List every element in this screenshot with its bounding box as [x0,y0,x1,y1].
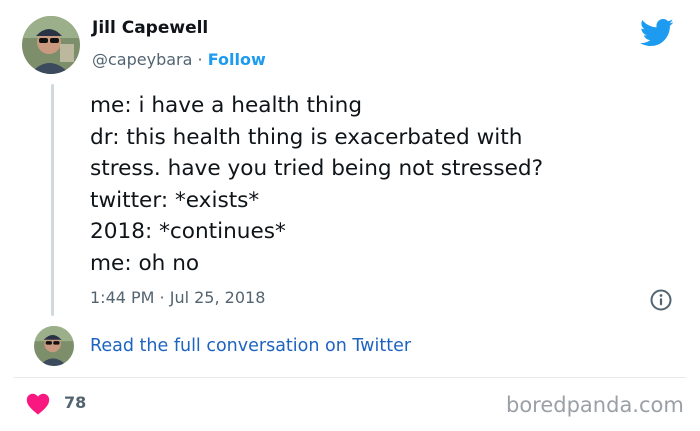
tweet-text: me: i have a health thing dr: this healt… [90,90,670,279]
avatar[interactable] [22,16,80,74]
heart-icon[interactable] [26,393,50,415]
separator: · [197,50,203,69]
tweet-line: twitter: *exists* [90,187,260,213]
watermark: boredpanda.com [506,393,684,417]
read-conversation-link[interactable]: Read the full conversation on Twitter [90,336,411,356]
follow-button[interactable]: Follow [208,50,266,69]
author-name[interactable]: Jill Capewell [92,18,208,38]
divider [14,377,686,378]
thread-line [51,84,54,316]
like-count: 78 [64,393,87,412]
reply-avatar[interactable] [34,326,74,366]
author-handle[interactable]: @capeybara [92,50,192,69]
tweet-line: 2018: *continues* [90,219,286,244]
tweet-line: me: oh no [90,250,200,276]
tweet-line: dr: this health thing is exacerbated wit… [90,124,523,150]
twitter-bird-icon[interactable] [640,18,674,48]
tweet-line: me: i have a health thing [90,93,363,118]
author-handle-row: @capeybara · Follow [92,50,266,69]
info-icon[interactable] [650,289,672,311]
tweet-line: stress. have you tried being not stresse… [90,156,544,181]
tweet-timestamp[interactable]: 1:44 PM · Jul 25, 2018 [90,288,265,307]
